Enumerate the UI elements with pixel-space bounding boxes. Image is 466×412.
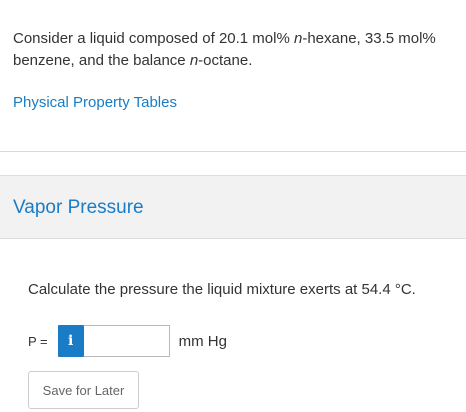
save-for-later-button[interactable]: Save for Later bbox=[28, 371, 139, 409]
problem-line-1-text-a: Consider a liquid composed of 20.1 mol% bbox=[13, 30, 294, 47]
problem-line-2-italic-n: n bbox=[189, 52, 199, 69]
problem-line-1: Consider a liquid composed of 20.1 mol% … bbox=[13, 28, 459, 50]
problem-statement: Consider a liquid composed of 20.1 mol% … bbox=[13, 28, 459, 72]
question-text: Calculate the pressure the liquid mixtur… bbox=[28, 281, 416, 298]
problem-line-2-text-a: benzene, and the balance bbox=[13, 52, 190, 69]
section-title: Vapor Pressure bbox=[13, 197, 144, 218]
variable-label: P = bbox=[28, 333, 48, 349]
problem-line-1-text-c: -hexane, 33.5 mol% bbox=[302, 30, 436, 47]
divider bbox=[0, 151, 466, 152]
section-header: Vapor Pressure bbox=[0, 175, 466, 239]
answer-input[interactable] bbox=[83, 325, 170, 357]
physical-property-tables-link[interactable]: Physical Property Tables bbox=[13, 94, 177, 111]
problem-line-2-text-c: -octane. bbox=[198, 52, 253, 69]
answer-row: P = i mm Hg bbox=[28, 325, 227, 357]
unit-label: mm Hg bbox=[178, 332, 227, 350]
info-icon[interactable]: i bbox=[57, 325, 84, 357]
problem-line-2: benzene, and the balance n-octane. bbox=[13, 50, 459, 72]
